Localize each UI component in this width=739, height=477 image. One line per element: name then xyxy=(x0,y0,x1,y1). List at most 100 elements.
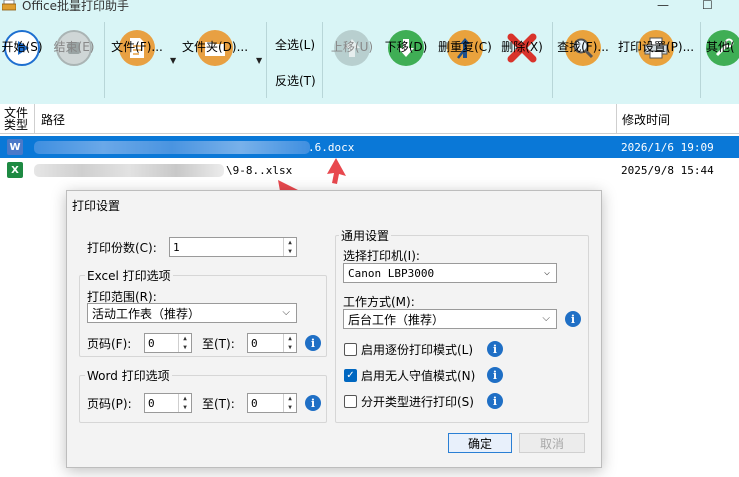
remove-duplicates-label: 删重复(C) xyxy=(438,40,492,54)
add-folder-label: 文件夹(D)... xyxy=(181,40,249,54)
red-arrow-annotation-icon xyxy=(327,158,346,184)
start-button[interactable]: 开始(S) xyxy=(1,30,43,100)
collate-mode-label[interactable]: 启用逐份打印模式(L) xyxy=(361,341,473,358)
print-settings-dialog: 打印设置 打印份数(C): 1 ▲ ▼ Excel 打印选项 打印范围(R): 活… xyxy=(66,190,602,468)
move-up-label: 上移(U) xyxy=(330,40,374,54)
column-divider xyxy=(616,104,617,134)
start-label: 开始(S) xyxy=(1,40,43,54)
word-page-to-value: 0 xyxy=(251,396,258,410)
printer-value: Canon LBP3000 xyxy=(348,266,435,280)
collate-mode-checkbox[interactable] xyxy=(344,343,357,356)
remove-duplicates-button[interactable]: 删重复(C) xyxy=(436,30,494,100)
toolbar-separator xyxy=(322,22,323,98)
stop-button[interactable]: 结束(E) xyxy=(54,30,94,100)
excel-page-to-stepper[interactable]: 0 ▲ ▼ xyxy=(247,333,297,353)
maximize-button[interactable]: ☐ xyxy=(702,0,713,12)
delete-label: 删除(X) xyxy=(501,40,543,54)
file-path: .6.docx xyxy=(308,140,355,154)
excel-page-from-stepper[interactable]: 0 ▲ ▼ xyxy=(144,333,192,353)
other-button[interactable]: 其他( xyxy=(706,30,739,100)
unattended-mode-checkbox[interactable]: ✓ xyxy=(344,369,357,382)
toolbar-separator xyxy=(700,22,701,98)
collate-info-icon[interactable]: i xyxy=(487,341,503,357)
file-modified-time: 2026/1/6 19:09 xyxy=(621,140,714,154)
column-path[interactable]: 路径 xyxy=(41,104,65,134)
work-mode-value: 后台工作（推荐） xyxy=(348,312,445,327)
ok-button[interactable]: 确定 xyxy=(448,433,512,453)
unattended-info-icon[interactable]: i xyxy=(487,367,503,383)
folder-dropdown-arrow-icon[interactable]: ▼ xyxy=(256,56,262,65)
excel-file-icon: X xyxy=(7,162,23,178)
word-page-to-label: 至(T): xyxy=(202,397,235,411)
add-file-label: 文件(F)... xyxy=(111,40,163,54)
copies-stepper[interactable]: 1 ▲ ▼ xyxy=(169,237,297,257)
find-button[interactable]: 查找(F)... xyxy=(557,30,609,100)
file-list-header: 文件 类型 路径 修改时间 xyxy=(0,104,739,134)
word-page-to-stepper[interactable]: 0 ▲ ▼ xyxy=(247,393,297,413)
toolbar: 开始(S) 结束(E) 文件(F)... ▼ 文件夹(D)... ▼ 全选(L)… xyxy=(0,16,739,104)
work-mode-label: 工作方式(M): xyxy=(343,295,415,309)
add-folder-button[interactable]: 文件夹(D)... xyxy=(180,30,250,100)
spin-down-icon[interactable]: ▼ xyxy=(179,343,191,352)
column-file-type[interactable]: 文件 类型 xyxy=(4,104,28,134)
spin-up-icon[interactable]: ▲ xyxy=(284,394,296,403)
select-all-button[interactable]: 全选(L) xyxy=(275,36,315,53)
cancel-button[interactable]: 取消 xyxy=(519,433,585,453)
title-bar: Office批量打印助手 — ☐ xyxy=(0,0,739,16)
file-dropdown-arrow-icon[interactable]: ▼ xyxy=(170,56,176,65)
excel-page-to-label: 至(T): xyxy=(202,337,235,351)
general-settings-title: 通用设置 xyxy=(339,227,392,244)
copies-label: 打印份数(C): xyxy=(87,241,157,255)
spin-down-icon[interactable]: ▼ xyxy=(284,247,296,256)
excel-page-from-value: 0 xyxy=(148,336,155,350)
word-options-title: Word 打印选项 xyxy=(85,367,172,384)
minimize-button[interactable]: — xyxy=(657,0,669,12)
printer-label: 选择打印机(I): xyxy=(343,249,420,263)
split-by-type-info-icon[interactable]: i xyxy=(487,393,503,409)
spin-down-icon[interactable]: ▼ xyxy=(284,403,296,412)
delete-button[interactable]: 删除(X) xyxy=(500,30,544,100)
move-down-button[interactable]: 下移(D) xyxy=(384,30,428,100)
add-file-button[interactable]: 文件(F)... xyxy=(111,30,163,100)
other-label: 其他( xyxy=(706,40,735,54)
word-page-info-icon[interactable]: i xyxy=(305,395,321,411)
excel-options-title: Excel 打印选项 xyxy=(85,267,173,284)
column-divider xyxy=(34,104,35,134)
spin-up-icon[interactable]: ▲ xyxy=(284,238,296,247)
copies-value: 1 xyxy=(173,240,180,254)
excel-page-info-icon[interactable]: i xyxy=(305,335,321,351)
move-up-button[interactable]: 上移(U) xyxy=(330,30,374,100)
app-printer-icon xyxy=(2,0,16,11)
column-file-type-line2: 类型 xyxy=(4,118,29,132)
chevron-down-icon: ⌵ xyxy=(543,267,550,278)
spin-up-icon[interactable]: ▲ xyxy=(179,334,191,343)
spin-down-icon[interactable]: ▼ xyxy=(284,343,296,352)
spin-up-icon[interactable]: ▲ xyxy=(179,394,191,403)
print-settings-button[interactable]: 打印设置(P)... xyxy=(616,30,696,100)
print-settings-label: 打印设置(P)... xyxy=(617,40,695,54)
unattended-mode-label[interactable]: 启用无人守值模式(N) xyxy=(361,367,475,384)
spin-up-icon[interactable]: ▲ xyxy=(284,334,296,343)
split-by-type-checkbox[interactable] xyxy=(344,395,357,408)
chevron-down-icon: ⌵ xyxy=(282,307,290,318)
find-label: 查找(F)... xyxy=(557,40,609,54)
split-by-type-label[interactable]: 分开类型进行打印(S) xyxy=(361,393,474,410)
work-mode-info-icon[interactable]: i xyxy=(565,311,581,327)
print-range-select[interactable]: 活动工作表（推荐） ⌵ xyxy=(87,303,297,323)
work-mode-select[interactable]: 后台工作（推荐） ⌵ xyxy=(343,309,557,329)
file-row[interactable]: X \9-8..xlsx 2025/9/8 15:44 xyxy=(0,159,739,181)
toolbar-separator xyxy=(266,22,267,98)
redacted-path xyxy=(34,141,310,154)
print-range-value: 活动工作表（推荐） xyxy=(92,306,201,321)
file-row[interactable]: W .6.docx 2026/1/6 19:09 xyxy=(0,136,739,158)
excel-page-to-value: 0 xyxy=(251,336,258,350)
spin-down-icon[interactable]: ▼ xyxy=(179,403,191,412)
file-modified-time: 2025/9/8 15:44 xyxy=(621,163,714,177)
printer-select[interactable]: Canon LBP3000 ⌵ xyxy=(343,263,557,283)
stop-label: 结束(E) xyxy=(53,40,95,54)
window-title: Office批量打印助手 xyxy=(22,0,130,13)
column-modified-time[interactable]: 修改时间 xyxy=(622,104,670,134)
invert-selection-button[interactable]: 反选(T) xyxy=(275,72,316,89)
dialog-title: 打印设置 xyxy=(72,199,121,213)
word-page-from-stepper[interactable]: 0 ▲ ▼ xyxy=(144,393,192,413)
